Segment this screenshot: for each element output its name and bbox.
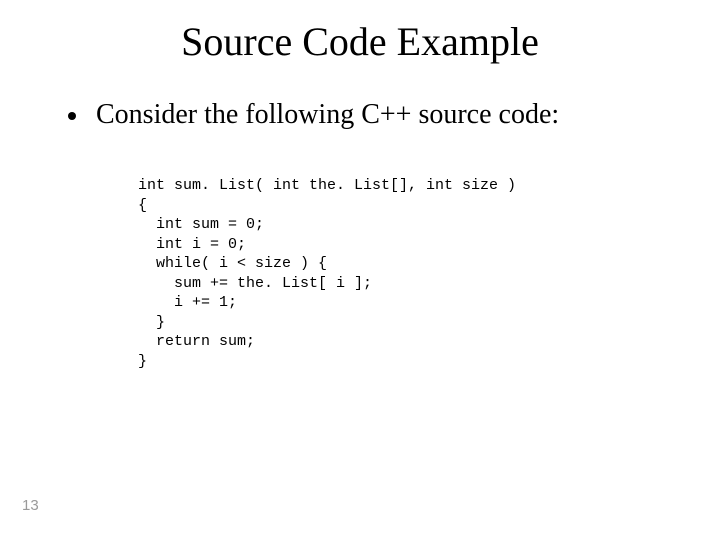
slide: Source Code Example Consider the followi… [0, 0, 720, 540]
bullet-dot-icon [68, 112, 76, 120]
bullet-item: Consider the following C++ source code: [68, 98, 680, 132]
bullet-text: Consider the following C++ source code: [96, 98, 559, 132]
page-number: 13 [22, 497, 39, 514]
slide-title: Source Code Example [0, 18, 720, 65]
code-block: int sum. List( int the. List[], int size… [138, 176, 516, 371]
